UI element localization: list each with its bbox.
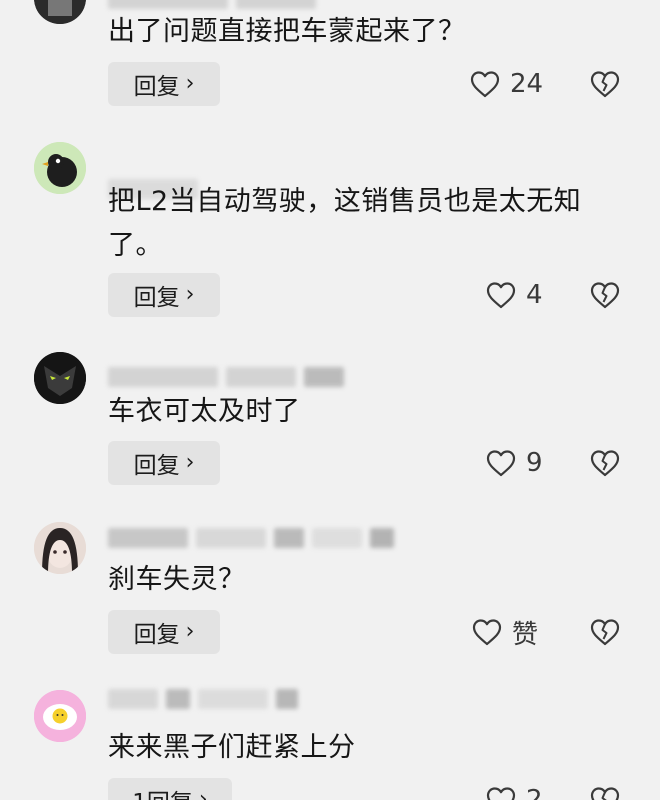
comment-text: 车衣可太及时了 — [108, 396, 301, 427]
reply-button[interactable]: 1回复 › — [108, 778, 232, 800]
heart-outline-icon — [486, 787, 516, 800]
comment-text: 来来黑子们赶紧上分 — [108, 732, 356, 763]
comment-text: 出了问题直接把车蒙起来了？ — [108, 16, 466, 47]
username-blurred — [108, 366, 344, 388]
chevron-right-icon: › — [185, 281, 195, 307]
like-button[interactable]: 2 — [486, 778, 543, 800]
like-count: 24 — [510, 69, 544, 99]
chevron-right-icon: › — [185, 449, 195, 475]
like-button[interactable]: 24 — [470, 62, 543, 106]
heart-outline-icon — [486, 282, 516, 309]
avatar[interactable] — [34, 142, 86, 194]
heart-outline-icon — [470, 71, 500, 98]
reply-button[interactable]: 回复 › — [108, 273, 220, 317]
chevron-right-icon: › — [185, 70, 195, 96]
dislike-button[interactable] — [588, 273, 622, 317]
reply-button[interactable]: 回复 › — [108, 610, 220, 654]
reply-label: 回复 — [133, 74, 180, 100]
dislike-button[interactable] — [588, 441, 622, 485]
heart-outline-icon — [486, 450, 516, 477]
username-blurred — [108, 688, 298, 710]
chevron-right-icon: › — [198, 786, 208, 800]
chevron-right-icon: › — [185, 618, 195, 644]
dislike-button[interactable] — [588, 610, 622, 654]
reply-button[interactable]: 回复 › — [108, 62, 220, 106]
broken-heart-icon — [590, 282, 620, 309]
comment-text: 把L2当自动驾驶，这销售员也是太无知了。 — [108, 186, 582, 261]
like-count: 9 — [526, 448, 543, 478]
dislike-button[interactable] — [588, 778, 622, 800]
like-count: 赞 — [512, 619, 539, 650]
dislike-button[interactable] — [588, 62, 622, 106]
like-count: 2 — [526, 785, 543, 800]
heart-outline-icon — [472, 619, 502, 646]
like-button[interactable]: 9 — [486, 441, 543, 485]
like-count: 4 — [526, 280, 543, 310]
avatar[interactable] — [34, 0, 86, 24]
avatar[interactable] — [34, 690, 86, 742]
like-button[interactable]: 4 — [486, 273, 543, 317]
broken-heart-icon — [590, 450, 620, 477]
reply-button[interactable]: 回复 › — [108, 441, 220, 485]
reply-label: 回复 — [133, 453, 180, 479]
username-blurred — [108, 527, 394, 549]
broken-heart-icon — [590, 71, 620, 98]
reply-label: 回复 — [133, 622, 180, 648]
reply-label: 回复 — [133, 285, 180, 311]
avatar[interactable] — [34, 352, 86, 404]
comment-feed: 出了问题直接把车蒙起来了？ 回复 › 24 把L2当自动驾驶，这销售员也是太无知… — [0, 0, 660, 800]
comment-text: 刹车失灵？ — [108, 564, 246, 595]
like-button[interactable]: 赞 — [472, 610, 538, 654]
avatar[interactable] — [34, 522, 86, 574]
broken-heart-icon — [590, 787, 620, 800]
reply-label: 1回复 — [132, 783, 193, 800]
broken-heart-icon — [590, 619, 620, 646]
username-blurred — [108, 0, 316, 10]
